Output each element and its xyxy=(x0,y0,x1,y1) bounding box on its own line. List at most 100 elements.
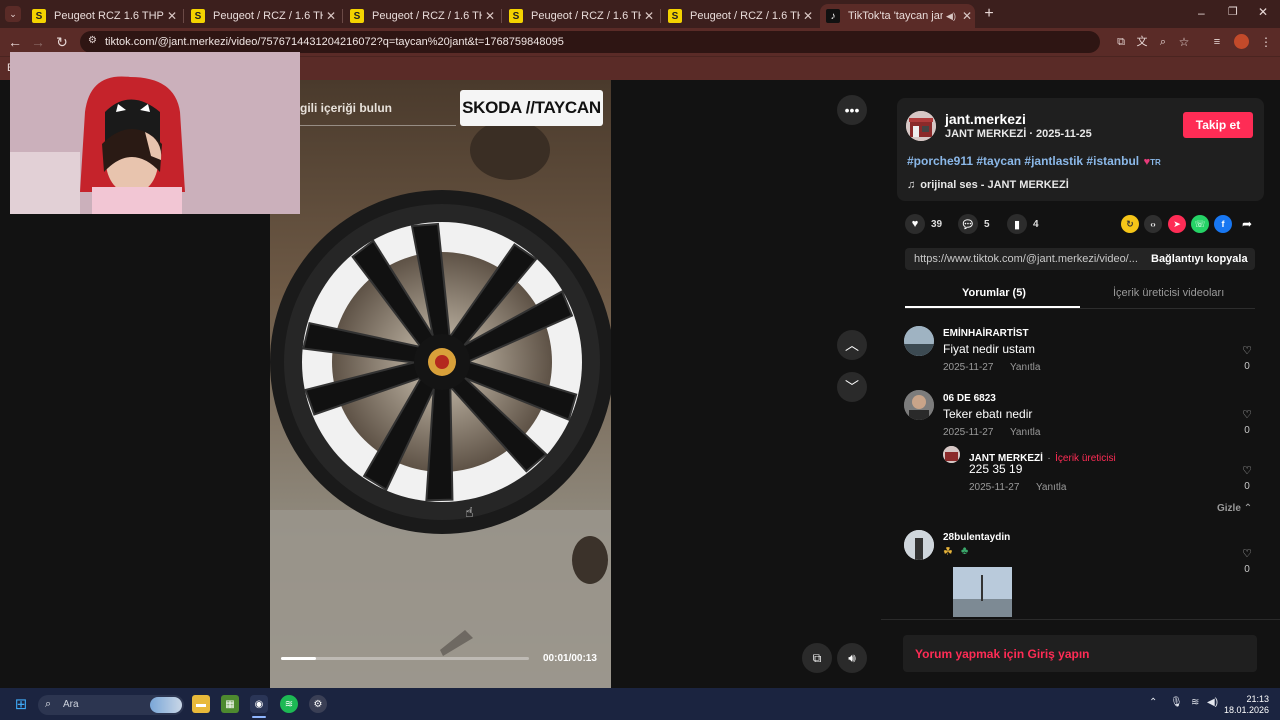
new-tab-button[interactable]: + xyxy=(982,5,996,23)
heart-icon[interactable]: ♥ xyxy=(905,214,925,234)
tab-comments[interactable]: Yorumlar (5) xyxy=(962,287,1026,299)
hashtags[interactable]: #porche911 #taycan #jantlastik #istanbul xyxy=(907,154,1139,168)
url-text[interactable]: tiktok.com/@jant.merkezi/video/757671443… xyxy=(105,36,564,48)
taskbar-clock-date[interactable]: 18.01.2026 xyxy=(1219,705,1269,715)
restore-icon[interactable]: ❐ xyxy=(1228,5,1238,18)
save-stat[interactable]: ▮ 4 xyxy=(1007,214,1039,234)
install-app-icon[interactable]: ⧉ xyxy=(1112,33,1130,51)
hide-replies-button[interactable]: Gizle ⌃ xyxy=(1217,503,1252,514)
avatar[interactable] xyxy=(904,530,934,560)
tab-favicon-icon: S xyxy=(509,9,523,23)
back-icon[interactable]: ← xyxy=(6,33,24,51)
translate-icon[interactable]: 文 xyxy=(1133,33,1151,51)
minimize-icon[interactable]: – xyxy=(1198,6,1205,20)
tab-2[interactable]: S Peugeot / RCZ / 1.6 THP / Yearl ✕ xyxy=(187,4,339,28)
comment-username[interactable]: 28bulentaydin xyxy=(943,532,1010,543)
spotify-icon[interactable]: ≋ xyxy=(280,695,298,713)
avatar[interactable] xyxy=(904,390,934,420)
file-explorer-icon[interactable]: ▬ xyxy=(192,695,210,713)
close-icon[interactable]: ✕ xyxy=(482,9,498,23)
window-close-icon[interactable]: ✕ xyxy=(1258,5,1268,19)
save-count: 4 xyxy=(1033,218,1039,230)
comment-heart-icon[interactable]: ♡ xyxy=(1240,464,1254,477)
hide-label: Gizle xyxy=(1217,503,1241,514)
follow-button[interactable]: Takip et xyxy=(1183,112,1253,138)
chevron-down-icon[interactable]: ﹀ xyxy=(837,372,867,402)
volume-icon[interactable]: 🔊︎ xyxy=(837,643,867,673)
author-avatar[interactable] xyxy=(906,111,936,141)
taskbar-clock-time[interactable]: 21:13 xyxy=(1229,694,1269,704)
copy-link-button[interactable]: Bağlantıyı kopyala xyxy=(1151,253,1248,265)
comment-image[interactable] xyxy=(953,567,1012,617)
video-player[interactable] xyxy=(270,80,611,688)
tab-1[interactable]: S Peugeot RCZ 1.6 THP Yearling ✕ xyxy=(28,4,180,28)
chevron-up-icon[interactable]: ⌃ xyxy=(1149,697,1157,708)
reply-button[interactable]: Yanıtla xyxy=(1010,427,1040,438)
avatar-image xyxy=(904,390,934,420)
author-username[interactable]: jant.merkezi xyxy=(945,111,1026,127)
comment-heart-icon[interactable]: ♡ xyxy=(1240,547,1254,560)
chevron-up-icon[interactable]: ︿ xyxy=(837,330,867,360)
bookmark-star-icon[interactable]: ☆ xyxy=(1175,33,1193,51)
comment-username[interactable]: EMİNHAİRARTİST xyxy=(943,328,1029,339)
volume-tray-icon[interactable]: ◀) xyxy=(1207,697,1218,708)
browser-tab-bar: ⌄ S Peugeot RCZ 1.6 THP Yearling ✕ S Peu… xyxy=(0,0,1280,28)
tab-6-active[interactable]: ♪ TikTok'ta 'taycan jant' bulal ◀) ✕ xyxy=(820,4,975,28)
reply-button[interactable]: Yanıtla xyxy=(1010,362,1040,373)
bookmark-icon[interactable]: ▮ xyxy=(1007,214,1027,234)
chrome-icon[interactable]: ◉ xyxy=(250,695,268,713)
like-stat[interactable]: ♥ 39 xyxy=(905,214,942,234)
close-icon[interactable]: ✕ xyxy=(164,9,180,23)
menu-kebab-icon[interactable]: ⋮ xyxy=(1257,33,1275,51)
webcam-overlay xyxy=(10,52,300,214)
video-progress-bar[interactable] xyxy=(281,657,529,660)
tab-creator-videos[interactable]: İçerik üreticisi videoları xyxy=(1113,287,1224,299)
speaker-icon[interactable]: ◀) xyxy=(943,11,959,22)
emoji-sticker-icon: ♣ xyxy=(961,545,969,557)
forward-icon[interactable]: → xyxy=(29,33,47,51)
tab-favicon-icon: S xyxy=(350,9,364,23)
microphone-icon[interactable]: 🎙︎ xyxy=(1170,697,1183,708)
share-link-url[interactable]: https://www.tiktok.com/@jant.merkezi/vid… xyxy=(914,253,1138,265)
app-icon[interactable]: ⚙ xyxy=(309,695,327,713)
address-bar[interactable]: ⚙ tiktok.com/@jant.merkezi/video/7576714… xyxy=(80,31,1100,53)
profile-avatar[interactable] xyxy=(1234,34,1249,49)
avatar[interactable] xyxy=(943,446,960,463)
reply-button[interactable]: Yanıtla xyxy=(1036,482,1066,493)
reload-icon[interactable]: ↻ xyxy=(53,33,71,51)
tab-divider xyxy=(501,9,502,23)
comment-username[interactable]: 06 DE 6823 xyxy=(943,393,996,404)
tab-5[interactable]: S Peugeot / RCZ / 1.6 THP / Yearl ✕ xyxy=(664,4,816,28)
avatar[interactable] xyxy=(904,326,934,356)
reading-list-icon[interactable]: ≡ xyxy=(1208,33,1226,51)
tab-title: Peugeot / RCZ / 1.6 THP / Yearl xyxy=(213,10,323,22)
embed-icon[interactable]: ‹› xyxy=(1144,215,1162,233)
send-icon[interactable]: ➤ xyxy=(1168,215,1186,233)
minecraft-icon[interactable]: ▦ xyxy=(221,695,239,713)
close-icon[interactable]: ✕ xyxy=(800,9,816,23)
tab-title: Peugeot / RCZ / 1.6 THP / Yearl xyxy=(372,10,482,22)
tab-4[interactable]: S Peugeot / RCZ / 1.6 THP / Yearl ✕ xyxy=(505,4,657,28)
zoom-icon[interactable]: ⌕ xyxy=(1154,33,1172,51)
close-icon[interactable]: ✕ xyxy=(323,9,339,23)
active-app-indicator xyxy=(252,716,266,718)
more-options-icon[interactable]: ••• xyxy=(837,95,867,125)
facebook-icon[interactable]: f xyxy=(1214,215,1232,233)
comment-heart-icon[interactable]: ♡ xyxy=(1240,408,1254,421)
site-info-icon[interactable]: ⚙ xyxy=(88,35,97,46)
share-arrow-icon[interactable]: ➦ xyxy=(1238,215,1256,233)
windows-start-icon[interactable]: ⊞ xyxy=(12,695,30,713)
close-icon[interactable]: ✕ xyxy=(959,9,975,23)
miniplayer-icon[interactable]: ⧉ xyxy=(802,643,832,673)
tab-search-button[interactable]: ⌄ xyxy=(5,6,21,22)
music-line[interactable]: ♫ orijinal ses - JANT MERKEZİ xyxy=(907,175,1069,193)
comment-login-prompt[interactable]: Yorum yapmak için Giriş yapın xyxy=(915,647,1090,661)
comment-icon[interactable]: 💬︎ xyxy=(958,214,978,234)
close-icon[interactable]: ✕ xyxy=(641,9,657,23)
tab-3[interactable]: S Peugeot / RCZ / 1.6 THP / Yearl ✕ xyxy=(346,4,498,28)
comment-heart-icon[interactable]: ♡ xyxy=(1240,344,1254,357)
whatsapp-icon[interactable]: ☏ xyxy=(1191,215,1209,233)
repost-icon[interactable]: ↻ xyxy=(1121,215,1139,233)
comment-stat[interactable]: 💬︎ 5 xyxy=(958,214,990,234)
wifi-icon[interactable]: ≋ xyxy=(1191,697,1199,708)
